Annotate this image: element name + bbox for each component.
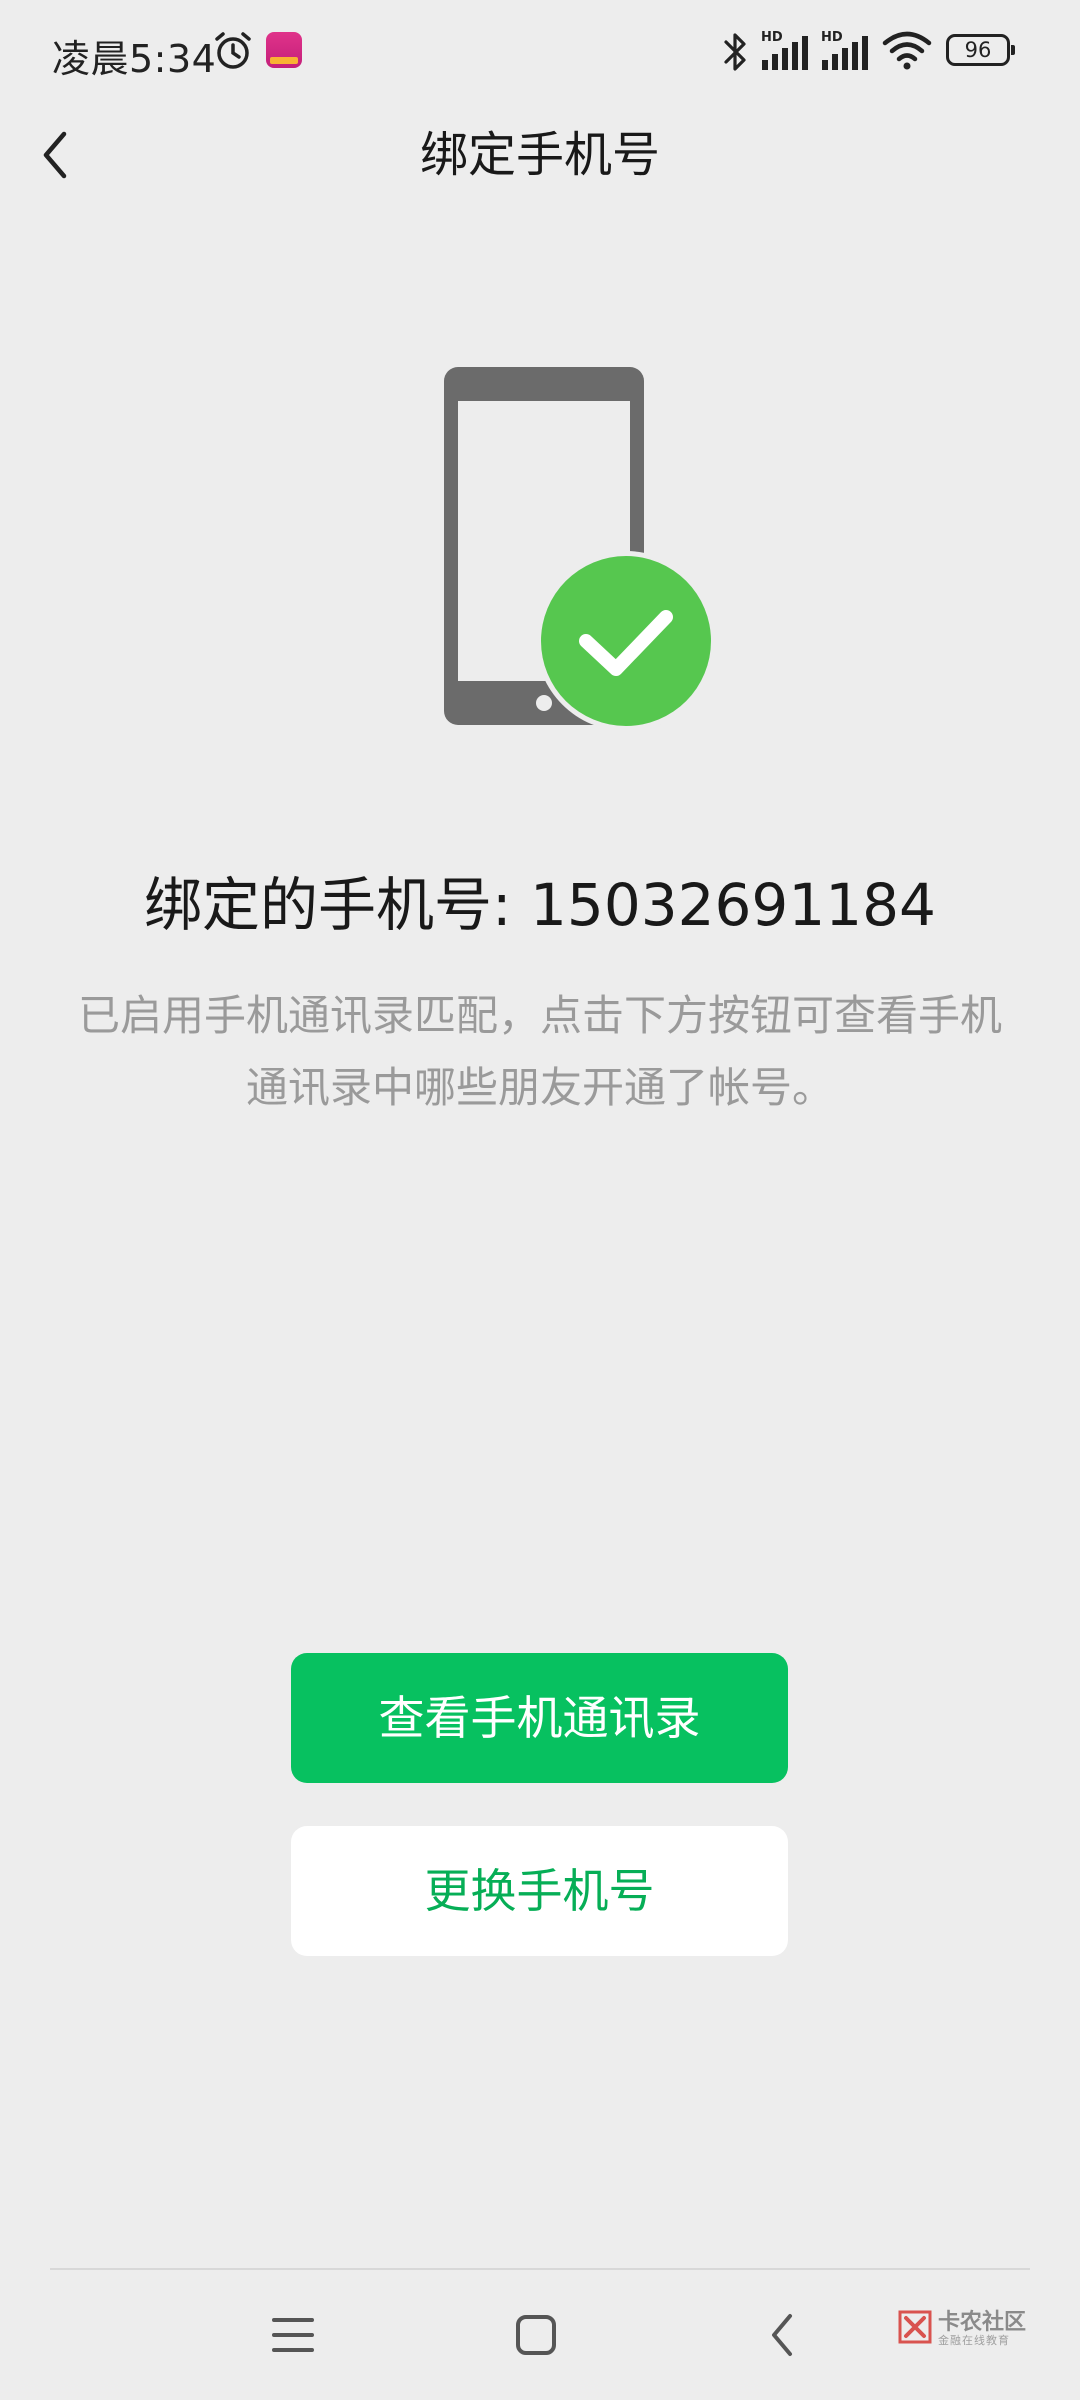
back-arrow-icon[interactable] <box>28 122 84 188</box>
wifi-icon <box>882 31 932 70</box>
status-time: 凌晨5:34 <box>52 37 217 81</box>
bluetooth-icon <box>724 33 746 71</box>
view-contacts-button[interactable]: 查看手机通讯录 <box>291 1653 788 1783</box>
header: 绑定手机号 <box>0 100 1080 210</box>
watermark: 卡农社区 金融在线教育 <box>896 2302 1066 2362</box>
bound-phone-number: 绑定的手机号: 15032691184 <box>144 871 936 939</box>
status-bar: 凌晨5:34 HD HD 96 <box>0 0 1080 100</box>
signal-icon <box>762 36 808 70</box>
alarm-icon <box>215 32 251 69</box>
app-notification-icon <box>266 32 302 68</box>
nav-divider <box>50 2268 1030 2270</box>
home-icon[interactable] <box>513 2310 559 2360</box>
contact-match-description: 已启用手机通讯录匹配，点击下方按钮可查看手机通讯录中哪些朋友开通了帐号。 <box>77 991 1002 1112</box>
battery-level: 96 <box>964 38 992 62</box>
nav-back-icon[interactable] <box>762 2308 802 2362</box>
signal-icon <box>822 36 868 70</box>
system-nav-bar: 卡农社区 金融在线教育 <box>0 2272 1080 2400</box>
watermark-logo-icon <box>898 2310 932 2344</box>
battery-icon: 96 <box>946 34 1015 66</box>
phone-check-icon <box>444 367 716 731</box>
change-phone-button[interactable]: 更换手机号 <box>291 1826 788 1956</box>
menu-icon[interactable] <box>270 2310 316 2360</box>
watermark-subtitle: 金融在线教育 <box>938 2334 1010 2347</box>
page-title: 绑定手机号 <box>419 127 660 183</box>
